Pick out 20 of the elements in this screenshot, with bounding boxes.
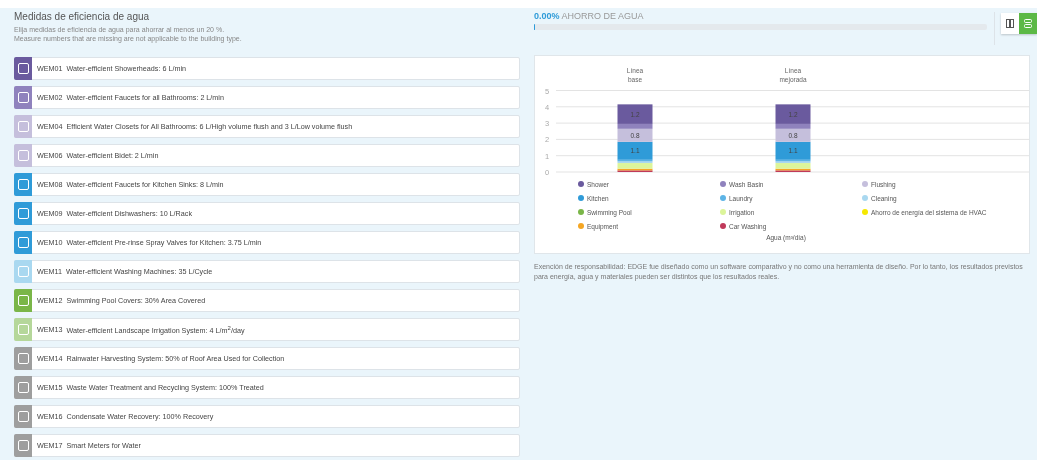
view-toggle-button[interactable] xyxy=(1019,13,1037,34)
section-title: Medidas de eficiencia de agua xyxy=(14,11,151,22)
measure-checkbox[interactable] xyxy=(17,440,29,451)
measure-checkbox[interactable] xyxy=(17,63,29,74)
measure-checkbox[interactable] xyxy=(17,208,29,219)
measure-checkbox[interactable] xyxy=(17,266,29,277)
measure-checkbox[interactable] xyxy=(17,179,29,190)
measure-checkbox[interactable] xyxy=(17,324,29,335)
measure-checkbox[interactable] xyxy=(17,150,29,161)
measure-checkbox[interactable] xyxy=(17,411,29,422)
rows-icon xyxy=(1024,19,1032,28)
savings-label: 0.00% AHORRO DE AGUA xyxy=(534,11,645,21)
view-toggle-button[interactable] xyxy=(1001,13,1019,34)
measure-checkbox[interactable] xyxy=(17,237,29,248)
measure-checkbox[interactable] xyxy=(17,92,29,103)
measure-checkbox[interactable] xyxy=(17,121,29,132)
columns-icon xyxy=(1006,19,1014,28)
measure-checkbox[interactable] xyxy=(17,295,29,306)
measure-checkbox[interactable] xyxy=(17,353,29,364)
measure-checkbox[interactable] xyxy=(17,382,29,393)
